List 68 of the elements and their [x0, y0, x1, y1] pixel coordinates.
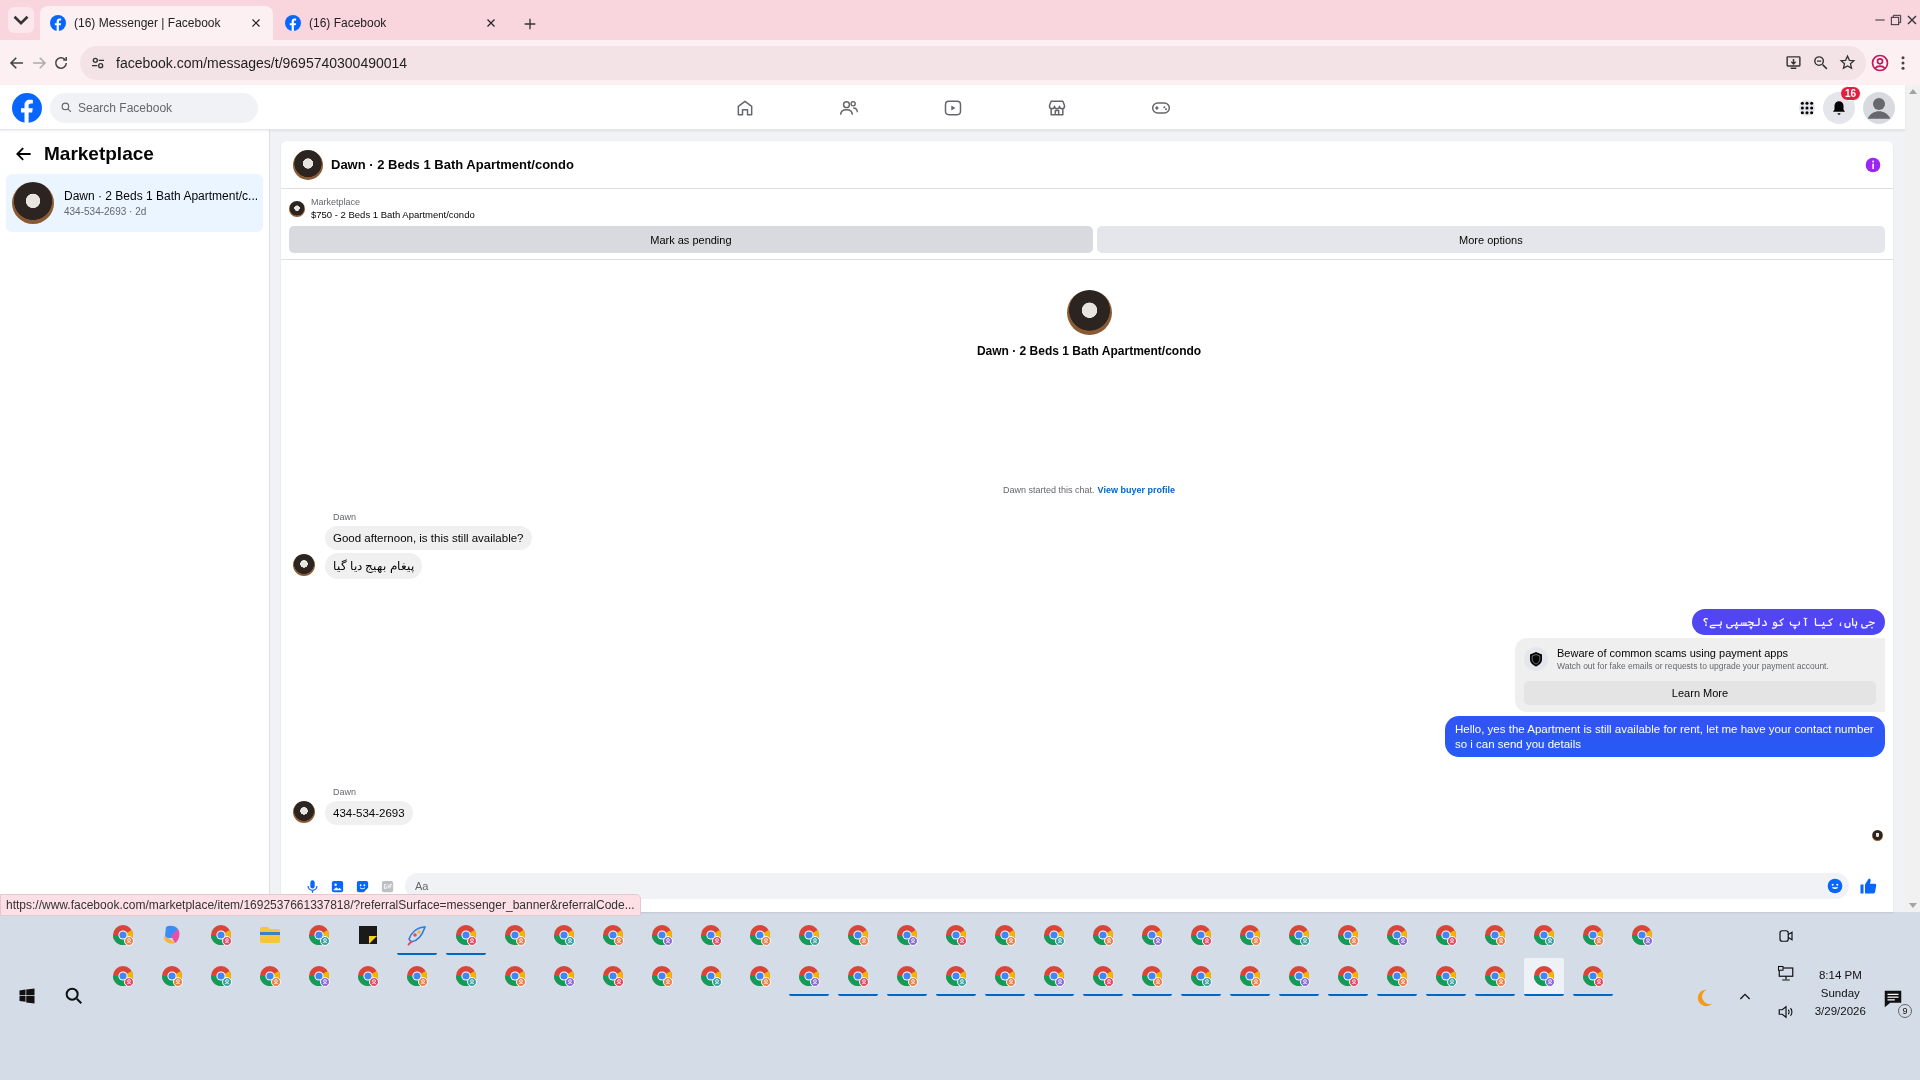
install-icon[interactable]	[1785, 54, 1802, 71]
clock-day[interactable]: Sunday	[1820, 987, 1860, 999]
message-bubble: جی ہاں، کیا آپ کو دلچسپی ہے؟	[1691, 609, 1885, 636]
tab-list-caret-icon[interactable]	[8, 7, 34, 33]
listing-label: Marketplace	[311, 197, 362, 207]
learn-more-button[interactable]: Learn More	[1524, 681, 1876, 706]
restore-icon[interactable]	[1888, 12, 1904, 28]
account-avatar[interactable]	[1863, 91, 1895, 124]
notifications-button[interactable]	[1823, 91, 1855, 124]
listing-photo	[289, 200, 305, 217]
sender-name: Dawn	[333, 787, 356, 798]
notification-count: 9	[1898, 1004, 1912, 1018]
scrollbar[interactable]	[1905, 85, 1920, 912]
shield-icon	[1524, 647, 1548, 672]
sidebar-title: Marketplace	[44, 143, 154, 165]
search-field[interactable]: Search Facebook	[50, 92, 258, 123]
listing-photo	[12, 182, 54, 224]
more-options-button[interactable]: More options	[1096, 226, 1885, 253]
conversation-subtitle: 434-534-2693 · 2d	[64, 206, 148, 217]
browser-tab[interactable]: (16) Facebook	[275, 6, 508, 40]
clock-time[interactable]: 8:14 PM	[1818, 969, 1862, 981]
browser-app-icon[interactable]	[1523, 958, 1564, 996]
message-bubble: Good afternoon, is this still available?	[325, 526, 532, 550]
bell-icon[interactable]	[1830, 98, 1848, 117]
profile-icon[interactable]	[1870, 52, 1890, 73]
thumbs-up-icon[interactable]	[1859, 877, 1877, 895]
camera-icon[interactable]	[1777, 927, 1796, 945]
mark-pending-button[interactable]: Mark as pending	[289, 226, 1093, 253]
chat-title: Dawn · 2 Beds 1 Bath Apartment/condo	[331, 157, 575, 172]
image-icon[interactable]	[330, 878, 345, 894]
zoom-icon[interactable]	[1812, 54, 1829, 71]
start-icon[interactable]	[17, 987, 36, 1005]
facebook-favicon	[50, 15, 66, 31]
sender-avatar	[293, 801, 315, 824]
warning-text: Watch out for fake emails or requests to upgrade your payment account.	[1557, 661, 1829, 672]
browser-tab[interactable]: (16) Messenger | Facebook	[40, 6, 273, 40]
conversation-item[interactable]: Dawn · 2 Beds 1 Bath Apartment/c... 434-534-2693 · 2d	[6, 174, 263, 232]
facebook-logo-icon[interactable]	[12, 92, 42, 123]
view-buyer-profile-link[interactable]: View buyer profile	[1097, 485, 1175, 495]
profile-photo	[1066, 290, 1112, 335]
clock-date[interactable]: 3/29/2026	[1814, 1005, 1866, 1017]
info-icon[interactable]	[1865, 156, 1881, 173]
chat-start-notice: Dawn started this chat.	[1003, 485, 1095, 495]
link-status-url: https://www.facebook.com/marketplace/item/1692537661337818/?referralSurface=messenger_banner&referralCode...	[0, 894, 641, 916]
read-receipt-avatar	[1872, 830, 1883, 842]
microphone-icon[interactable]	[305, 878, 320, 894]
message-bubble: Hello, yes the Apartment is still available for rent, let me have your contact number so i can send you details	[1445, 716, 1885, 758]
listing-title[interactable]: $750 - 2 Beds 1 Bath Apartment/condo	[311, 209, 475, 220]
search-icon	[60, 100, 73, 114]
apps-grid-icon[interactable]	[1799, 99, 1815, 116]
message-bubble: پیغام بھیج دیا گیا	[325, 553, 422, 579]
message-bubble: 434-534-2693	[325, 801, 413, 826]
message-input[interactable]: Aa	[405, 873, 1849, 899]
new-tab-icon[interactable]	[522, 16, 538, 32]
sticker-icon[interactable]	[355, 878, 370, 894]
notification-count: 16	[1839, 85, 1861, 101]
warning-title: Beware of common scams using payment apps	[1557, 647, 1790, 660]
address-bar[interactable]: facebook.com/messages/t/9695740300490014	[80, 45, 1866, 80]
facebook-favicon	[285, 15, 301, 31]
sender-name: Dawn	[333, 512, 356, 522]
url-text: facebook.com/messages/t/9695740300490014	[116, 54, 409, 71]
bookmark-star-icon[interactable]	[1839, 54, 1856, 71]
network-icon[interactable]	[1777, 965, 1796, 983]
conversation-title: Dawn · 2 Beds 1 Bath Apartment/c...	[64, 189, 257, 203]
profile-name: Dawn · 2 Beds 1 Bath Apartment/condo	[976, 344, 1202, 358]
emoji-icon[interactable]	[1827, 878, 1843, 894]
sender-avatar	[293, 554, 315, 576]
listing-photo	[293, 149, 323, 180]
